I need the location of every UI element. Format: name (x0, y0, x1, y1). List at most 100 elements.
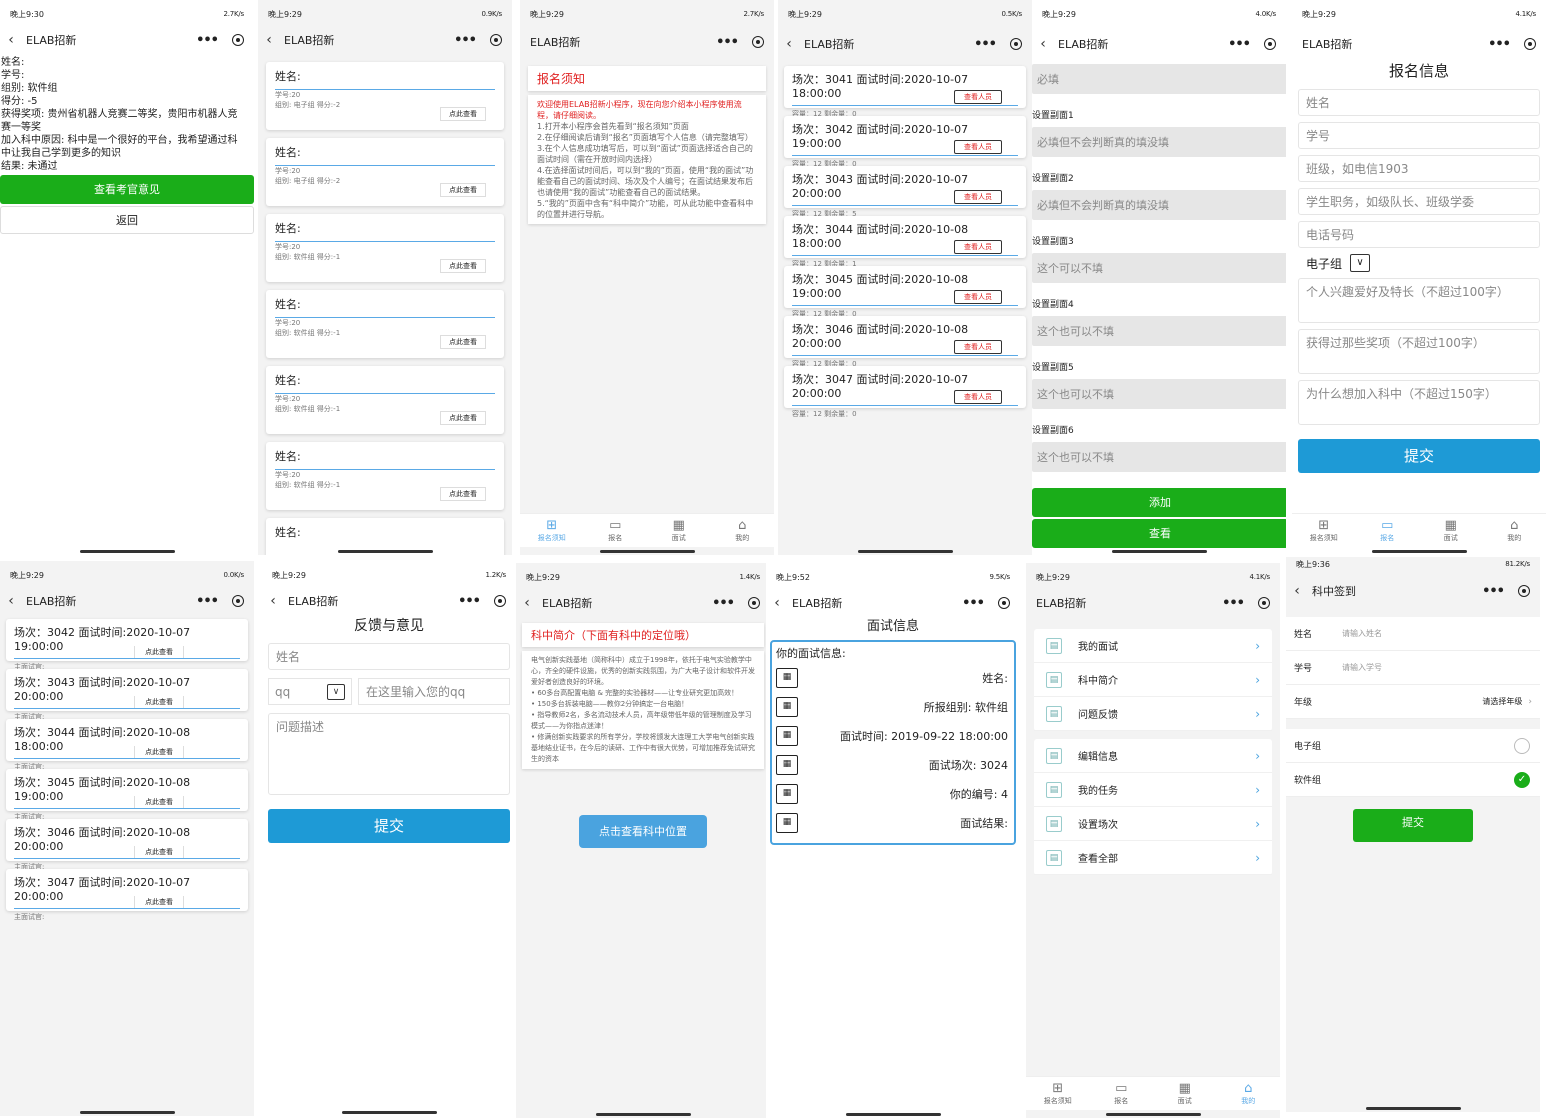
radio-checked-icon[interactable]: ✓ (1514, 771, 1530, 788)
view-members-button[interactable]: 查看人员 (954, 240, 1002, 254)
more-icon[interactable]: ••• (196, 33, 219, 48)
more-icon[interactable]: ••• (962, 596, 985, 611)
student-id-input[interactable]: 请输入学号 (1342, 662, 1532, 673)
tab-notice[interactable]: ⊞ 报名须知 (1299, 518, 1349, 543)
view-button[interactable]: 点此查看 (440, 335, 486, 349)
close-target-icon[interactable] (490, 34, 502, 46)
radio-software-row[interactable]: 软件组 ✓ (1286, 763, 1540, 797)
view-button[interactable]: 点此查看 (134, 696, 184, 708)
view-button[interactable]: 点此查看 (440, 183, 486, 197)
name-input[interactable]: 请输入姓名 (1342, 628, 1532, 639)
view-button[interactable]: 点此查看 (440, 487, 486, 501)
more-icon[interactable]: ••• (1222, 596, 1245, 611)
close-target-icon[interactable] (232, 595, 244, 607)
tab-signup[interactable]: ▭ 报名 (1362, 518, 1412, 543)
tab-notice[interactable]: ⊞ 报名须知 (527, 518, 577, 543)
more-icon[interactable]: ••• (1488, 37, 1511, 52)
back-icon[interactable]: ‹ (0, 593, 22, 609)
sub-interviewer-6-field[interactable]: 这个也可以不填 (1032, 442, 1286, 472)
tab-interview[interactable]: ▦ 面试 (1160, 1081, 1210, 1106)
view-button[interactable]: 点此查看 (440, 107, 486, 121)
role-input[interactable]: 学生职务，如级队长、班级学委 (1298, 188, 1540, 215)
view-button[interactable]: 点此查看 (134, 846, 184, 858)
view-examiner-opinion-button[interactable]: 查看考官意见 (0, 175, 254, 204)
submit-button[interactable]: 提交 (268, 809, 510, 843)
sub-interviewer-2-field[interactable]: 必填但不会判断真的填没填 (1032, 190, 1286, 220)
menu-item[interactable]: ▤ 我的任务 › (1034, 773, 1272, 807)
radio-unchecked-icon[interactable] (1514, 737, 1530, 754)
return-button[interactable]: 返回 (0, 206, 254, 234)
sub-interviewer-1-field[interactable]: 必填但不会判断真的填没填 (1032, 127, 1286, 157)
more-icon[interactable]: ••• (712, 596, 735, 611)
tab-mine[interactable]: ⌂ 我的 (1489, 518, 1539, 543)
close-target-icon[interactable] (232, 34, 244, 46)
back-icon[interactable]: ‹ (1286, 583, 1308, 599)
tab-mine[interactable]: ⌂ 我的 (717, 518, 767, 543)
submit-button[interactable]: 提交 (1298, 439, 1540, 473)
tab-notice[interactable]: ⊞ 报名须知 (1033, 1081, 1083, 1106)
contact-type-select[interactable]: qq ∨ (268, 678, 352, 705)
back-icon[interactable]: ‹ (516, 595, 538, 611)
phone-input[interactable]: 电话号码 (1298, 221, 1540, 248)
close-target-icon[interactable] (494, 595, 506, 607)
view-button[interactable]: 点此查看 (134, 646, 184, 658)
back-icon[interactable]: ‹ (778, 36, 800, 52)
sub-interviewer-5-field[interactable]: 这个也可以不填 (1032, 379, 1286, 409)
view-button[interactable]: 点此查看 (440, 411, 486, 425)
tab-signup[interactable]: ▭ 报名 (590, 518, 640, 543)
name-input[interactable]: 姓名 (1298, 89, 1540, 116)
more-icon[interactable]: ••• (458, 594, 481, 609)
view-button[interactable]: 点此查看 (134, 796, 184, 808)
problem-textarea[interactable]: 问题描述 (268, 713, 510, 795)
view-button[interactable]: 查看 (1032, 519, 1286, 548)
class-input[interactable]: 班级，如电信1903 (1298, 155, 1540, 182)
back-icon[interactable]: ‹ (258, 32, 280, 48)
main-interviewer-field[interactable]: 必填 (1032, 64, 1286, 94)
view-members-button[interactable]: 查看人员 (954, 290, 1002, 304)
close-target-icon[interactable] (1010, 38, 1022, 50)
menu-item[interactable]: ▤ 科中简介 › (1034, 663, 1272, 697)
menu-item[interactable]: ▤ 问题反馈 › (1034, 697, 1272, 731)
menu-item[interactable]: ▤ 查看全部 › (1034, 841, 1272, 875)
award-textarea[interactable]: 获得过那些奖项（不超过100字） (1298, 329, 1540, 374)
more-icon[interactable]: ••• (196, 594, 219, 609)
close-target-icon[interactable] (1258, 597, 1270, 609)
reason-textarea[interactable]: 为什么想加入科中（不超过150字） (1298, 380, 1540, 425)
close-target-icon[interactable] (752, 36, 764, 48)
close-target-icon[interactable] (1524, 38, 1536, 50)
close-target-icon[interactable] (748, 597, 760, 609)
sub-interviewer-4-field[interactable]: 这个也可以不填 (1032, 316, 1286, 346)
student-id-input[interactable]: 学号 (1298, 122, 1540, 149)
view-members-button[interactable]: 查看人员 (954, 390, 1002, 404)
tab-interview[interactable]: ▦ 面试 (654, 518, 704, 543)
tab-interview[interactable]: ▦ 面试 (1426, 518, 1476, 543)
more-icon[interactable]: ••• (1482, 584, 1505, 599)
hobby-textarea[interactable]: 个人兴趣爱好及特长（不超过100字） (1298, 278, 1540, 323)
more-icon[interactable]: ••• (716, 35, 739, 50)
qq-input[interactable]: 在这里输入您的qq (358, 678, 510, 705)
view-members-button[interactable]: 查看人员 (954, 190, 1002, 204)
menu-item[interactable]: ▤ 编辑信息 › (1034, 739, 1272, 773)
close-target-icon[interactable] (1264, 38, 1276, 50)
close-target-icon[interactable] (1518, 585, 1530, 597)
sub-interviewer-3-field[interactable]: 这个可以不填 (1032, 253, 1286, 283)
view-button[interactable]: 点此查看 (440, 259, 486, 273)
more-icon[interactable]: ••• (454, 33, 477, 48)
menu-item[interactable]: ▤ 我的面试 › (1034, 629, 1272, 663)
more-icon[interactable]: ••• (974, 37, 997, 52)
view-location-button[interactable]: 点击查看科中位置 (579, 815, 707, 848)
menu-item[interactable]: ▤ 设置场次 › (1034, 807, 1272, 841)
submit-button[interactable]: 提交 (1353, 809, 1473, 842)
view-members-button[interactable]: 查看人员 (954, 340, 1002, 354)
view-button[interactable]: 点此查看 (134, 896, 184, 908)
back-icon[interactable]: ‹ (766, 595, 788, 611)
group-select[interactable]: 电子组 ∨ (1306, 254, 1540, 272)
tab-mine[interactable]: ⌂ 我的 (1223, 1081, 1273, 1106)
grade-picker[interactable]: 请选择年级 (1482, 696, 1522, 707)
back-icon[interactable]: ‹ (0, 32, 22, 48)
view-members-button[interactable]: 查看人员 (954, 90, 1002, 104)
view-button[interactable]: 点此查看 (134, 746, 184, 758)
back-icon[interactable]: ‹ (1032, 36, 1054, 52)
back-icon[interactable]: ‹ (262, 593, 284, 609)
name-input[interactable]: 姓名 (268, 643, 510, 670)
